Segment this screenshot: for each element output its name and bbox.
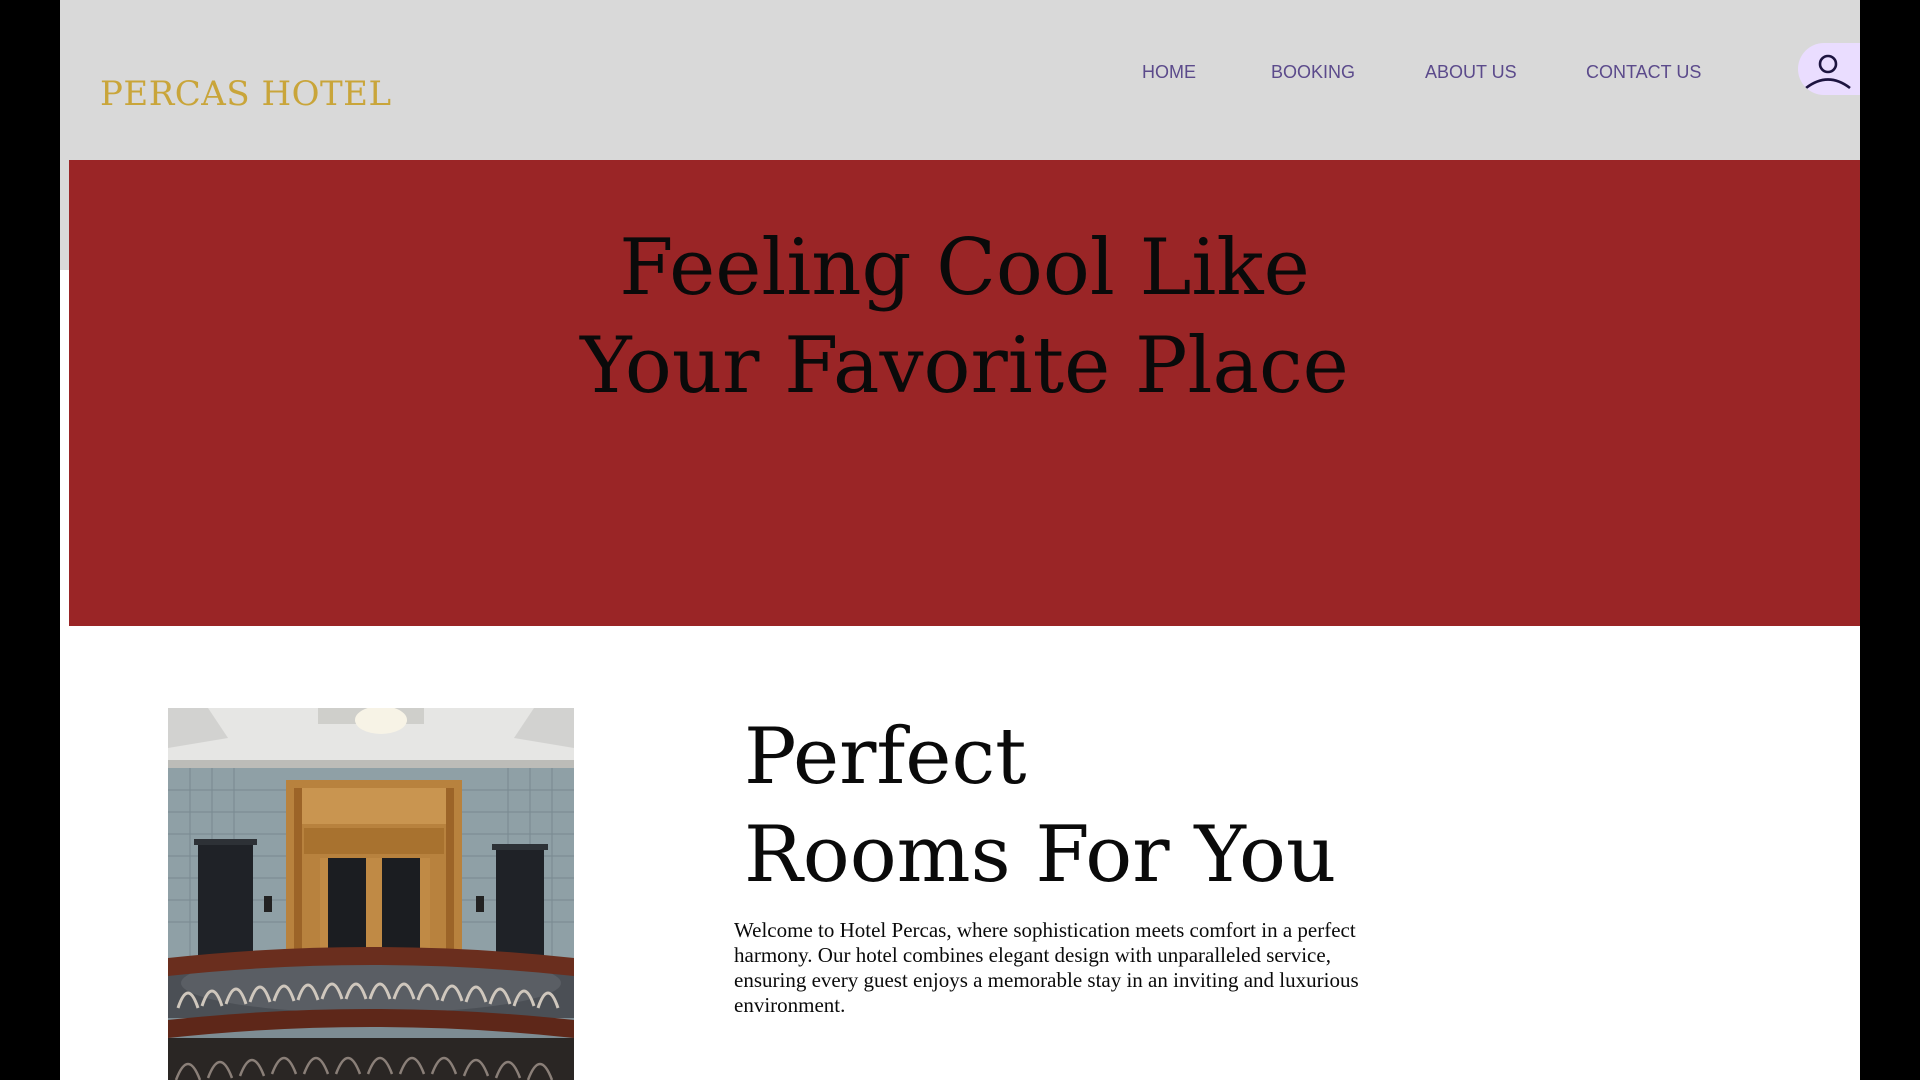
hero-title-line-1: Feeling Cool Like [619, 223, 1310, 313]
user-account-button[interactable] [1798, 43, 1860, 95]
nav-about-us[interactable]: ABOUT US [1425, 62, 1517, 83]
page: PERCAS HOTEL HOME BOOKING ABOUT US CONTA… [60, 0, 1860, 1080]
rooms-title-line-2: Rooms For You [744, 810, 1337, 900]
nav-home[interactable]: HOME [1142, 62, 1196, 83]
hero-banner: Feeling Cool Like Your Favorite Place [69, 160, 1860, 626]
hero-title-line-2: Your Favorite Place [580, 321, 1349, 411]
nav-contact-us[interactable]: CONTACT US [1586, 62, 1701, 83]
rooms-description: Welcome to Hotel Percas, where sophistic… [734, 918, 1359, 1017]
user-icon [1805, 54, 1851, 90]
brand-logo[interactable]: PERCAS HOTEL [100, 74, 392, 114]
nav-booking[interactable]: BOOKING [1271, 62, 1355, 83]
lobby-photo [168, 708, 574, 1080]
site-header: PERCAS HOTEL HOME BOOKING ABOUT US CONTA… [60, 0, 1860, 160]
rooms-title-line-1: Perfect [744, 712, 1027, 802]
